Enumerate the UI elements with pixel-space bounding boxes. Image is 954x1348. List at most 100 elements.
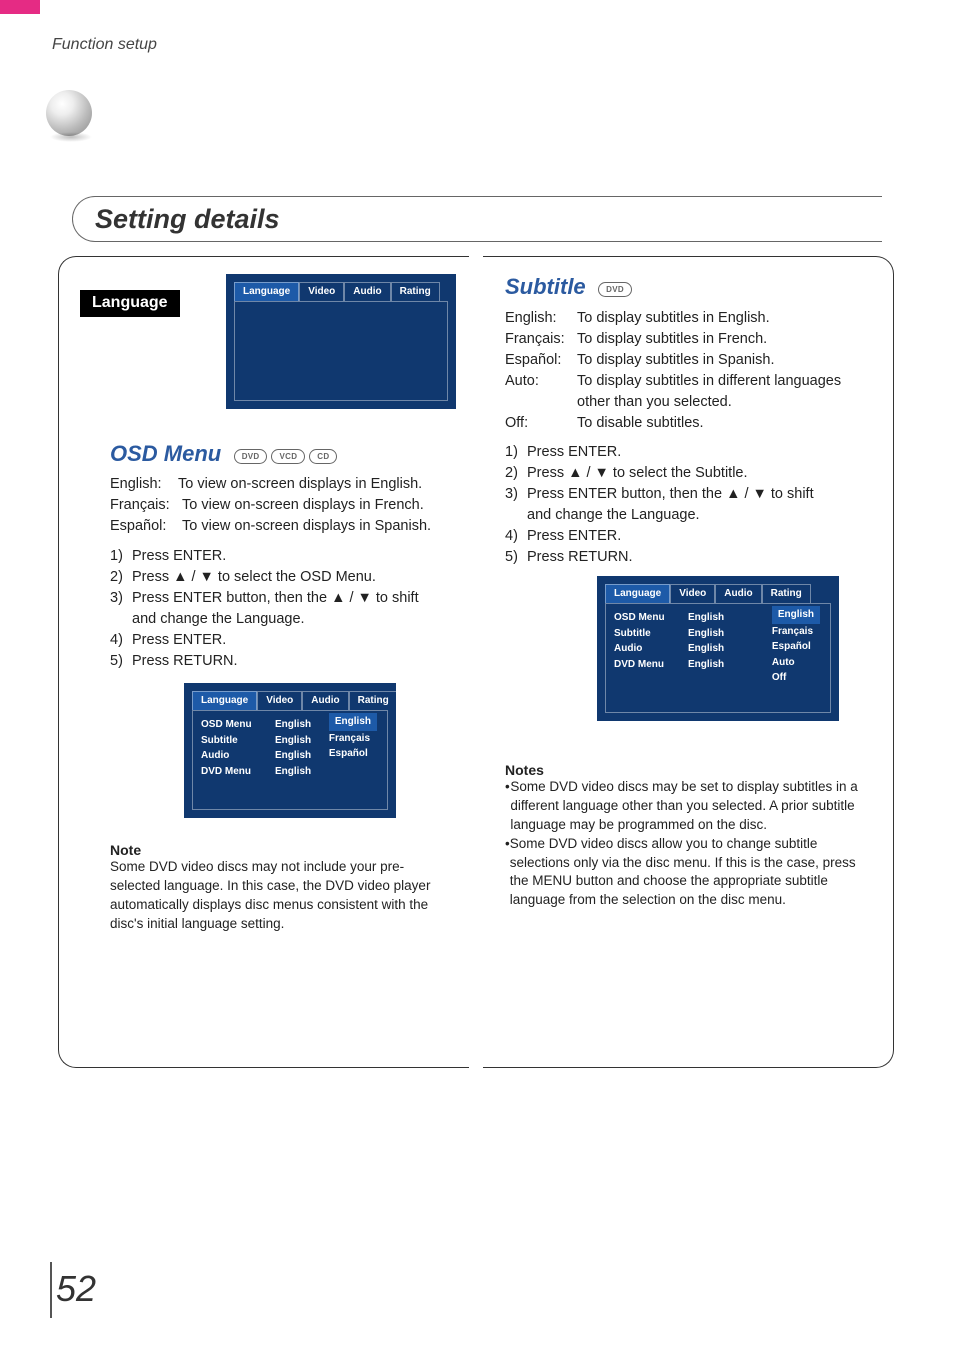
osd-row-value: English xyxy=(275,748,327,764)
step-text: and change the Language. xyxy=(132,609,450,630)
desc-value: To disable subtitles. xyxy=(577,413,704,434)
osd-option: Auto xyxy=(772,655,820,671)
osd-row-label: DVD Menu xyxy=(201,764,263,780)
osd-option: Español xyxy=(772,639,820,655)
manual-page: Function setup Setting details Language … xyxy=(0,0,954,1348)
osd-tab: Video xyxy=(670,584,715,603)
osd-row-label: Audio xyxy=(614,641,676,657)
step-text: Press RETURN. xyxy=(132,651,238,672)
osd-menu-heading: OSD Menu xyxy=(110,441,221,467)
step-number: 2) xyxy=(110,567,132,588)
osd-option: Español xyxy=(329,746,377,762)
osd-tab: Audio xyxy=(344,282,390,301)
step-number: 1) xyxy=(505,442,527,463)
note-text: Some DVD video discs allow you to change… xyxy=(510,835,877,911)
disc-badge: DVD xyxy=(598,282,632,297)
osd-tab: Video xyxy=(257,691,302,710)
desc-value: To display subtitles in Spanish. xyxy=(577,350,774,371)
note-text: Some DVD video discs may not include you… xyxy=(110,858,450,934)
osd-tab: Language xyxy=(605,584,670,603)
desc-value: To display subtitles in different langua… xyxy=(577,371,841,392)
osd-option: English xyxy=(329,713,377,731)
note-block-left: Note Some DVD video discs may not includ… xyxy=(110,842,450,934)
desc-key xyxy=(505,392,577,413)
step-number: 3) xyxy=(505,484,527,505)
desc-value: To view on-screen displays in Spanish. xyxy=(182,516,431,537)
osd-tab: Audio xyxy=(302,691,348,710)
subtitle-heading: Subtitle xyxy=(505,274,586,300)
osd-row-label: OSD Menu xyxy=(201,717,263,733)
osd-tab: Rating xyxy=(762,584,811,603)
osd-screenshot-right: Language Video Audio Rating OSD Menu Engl… xyxy=(597,576,839,721)
step-number: 4) xyxy=(505,526,527,547)
step-text: Press ENTER. xyxy=(132,546,226,567)
osd-menu-steps: 1)Press ENTER. 2)Press ▲ / ▼ to select t… xyxy=(110,546,450,672)
language-tag: Language xyxy=(80,290,180,317)
note-heading: Note xyxy=(110,842,450,858)
osd-row-value: English xyxy=(688,641,740,657)
osd-tab: Language xyxy=(192,691,257,710)
osd-tab: Language xyxy=(234,282,299,301)
desc-key: Off: xyxy=(505,413,577,434)
notes-block-right: Notes •Some DVD video discs may be set t… xyxy=(505,762,877,910)
osd-tab: Audio xyxy=(715,584,761,603)
osd-screenshot-tabs-only: Language Video Audio Rating xyxy=(226,274,456,409)
step-text: Press ENTER button, then the ▲ / ▼ to sh… xyxy=(527,484,814,505)
desc-key: Français: xyxy=(505,329,577,350)
right-column: Subtitle DVD English:To display subtitle… xyxy=(483,256,894,1068)
osd-row-label: Audio xyxy=(201,748,263,764)
step-text: Press ENTER. xyxy=(527,442,621,463)
step-text: and change the Language. xyxy=(527,505,865,526)
desc-value: To display subtitles in English. xyxy=(577,308,770,329)
subtitle-heading-row: Subtitle DVD xyxy=(505,274,632,300)
sphere-icon xyxy=(46,90,92,136)
osd-menu-description: English:To view on-screen displays in En… xyxy=(110,474,450,537)
osd-option: Français xyxy=(772,624,820,640)
osd-row-value: English xyxy=(275,717,327,733)
desc-key: Auto: xyxy=(505,371,577,392)
desc-value: To display subtitles in French. xyxy=(577,329,767,350)
left-column: Language Language Video Audio Rating OSD… xyxy=(58,256,469,1068)
desc-key: English: xyxy=(505,308,577,329)
osd-option: Off xyxy=(772,670,820,686)
step-number: 3) xyxy=(110,588,132,609)
osd-row-value: English xyxy=(688,610,740,626)
step-text: Press RETURN. xyxy=(527,547,633,568)
osd-option: English xyxy=(772,606,820,624)
osd-row-label: OSD Menu xyxy=(614,610,676,626)
step-number: 1) xyxy=(110,546,132,567)
breadcrumb: Function setup xyxy=(52,36,157,54)
top-accent-bar xyxy=(0,0,40,14)
osd-row-value: English xyxy=(275,733,327,749)
desc-key: Español: xyxy=(505,350,577,371)
osd-row-label: Subtitle xyxy=(201,733,263,749)
disc-badge: VCD xyxy=(271,449,305,464)
osd-menu-heading-row: OSD Menu DVD VCD CD xyxy=(110,441,337,467)
desc-value: other than you selected. xyxy=(577,392,732,413)
desc-value: To view on-screen displays in English. xyxy=(178,474,422,495)
osd-row-value: English xyxy=(688,626,740,642)
osd-tab: Video xyxy=(299,282,344,301)
osd-row-label: Subtitle xyxy=(614,626,676,642)
step-text: Press ▲ / ▼ to select the Subtitle. xyxy=(527,463,748,484)
note-text: Some DVD video discs may be set to displ… xyxy=(510,778,877,835)
osd-tab: Rating xyxy=(391,282,440,301)
subtitle-steps: 1)Press ENTER. 2)Press ▲ / ▼ to select t… xyxy=(505,442,865,568)
section-title-band: Setting details xyxy=(72,196,882,242)
osd-row-value: English xyxy=(275,764,327,780)
step-text: Press ▲ / ▼ to select the OSD Menu. xyxy=(132,567,376,588)
step-text: Press ENTER button, then the ▲ / ▼ to sh… xyxy=(132,588,419,609)
step-number: 4) xyxy=(110,630,132,651)
osd-tab: Rating xyxy=(349,691,398,710)
desc-key: English: xyxy=(110,474,178,495)
subtitle-description: English:To display subtitles in English.… xyxy=(505,308,875,434)
disc-badge: DVD xyxy=(234,449,268,464)
osd-screenshot-left: Language Video Audio Rating OSD Menu Engl… xyxy=(184,683,396,818)
desc-key: Español: xyxy=(110,516,182,537)
step-number: 5) xyxy=(505,547,527,568)
osd-option: Français xyxy=(329,731,377,747)
step-number: 5) xyxy=(110,651,132,672)
disc-badge: CD xyxy=(309,449,337,464)
section-title: Setting details xyxy=(95,204,280,235)
osd-row-label: DVD Menu xyxy=(614,657,676,673)
